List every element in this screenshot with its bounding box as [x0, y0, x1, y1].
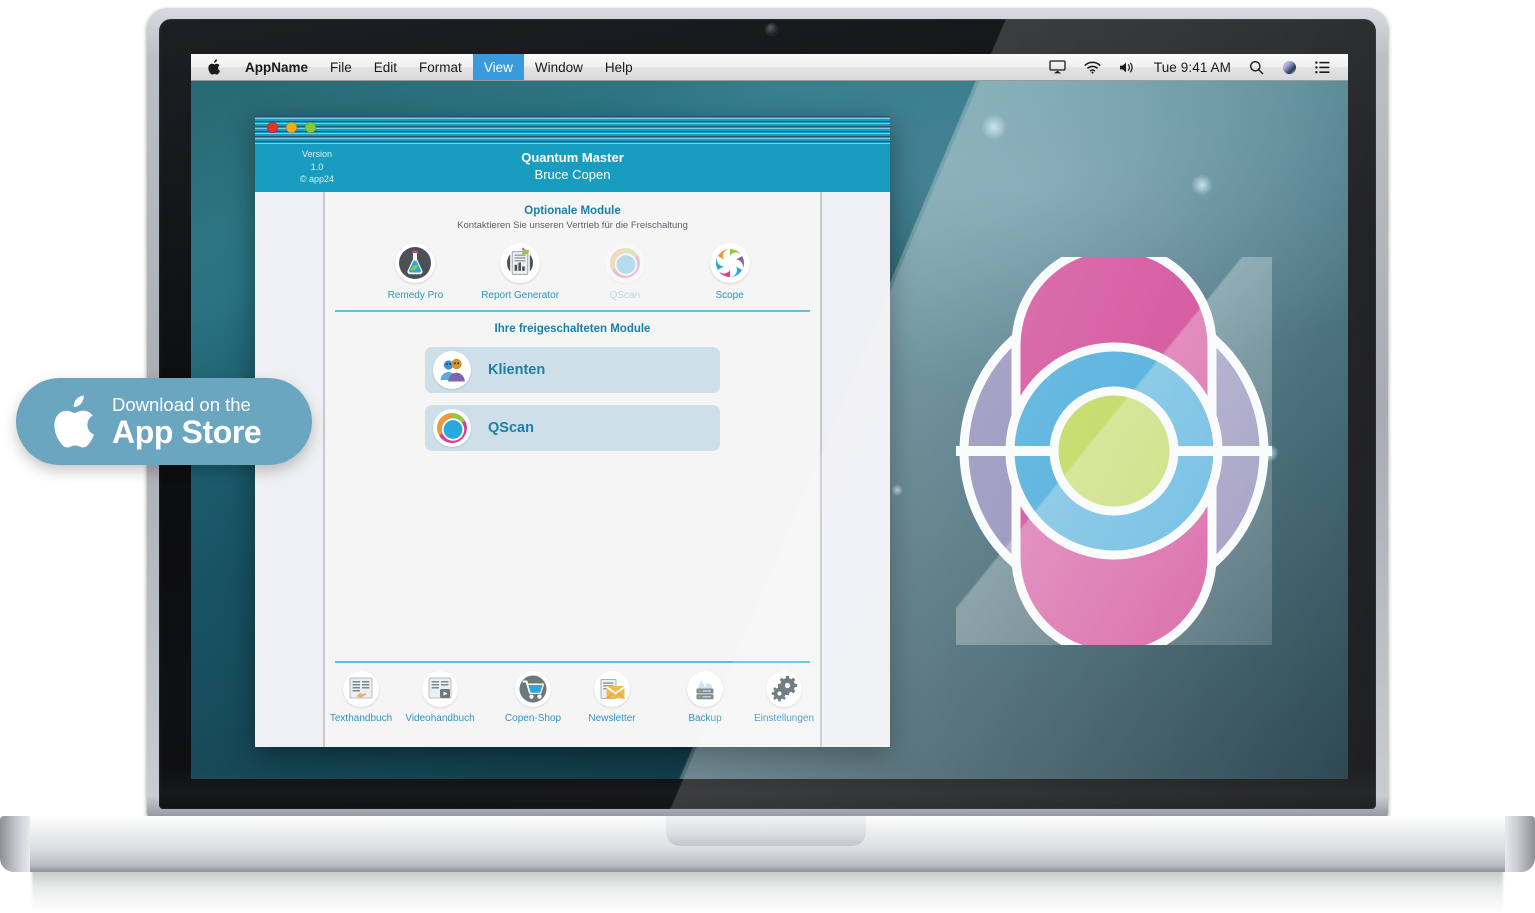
clients-icon — [433, 351, 471, 389]
tool-group-manuals: Texthandbuch Videohandbuch — [322, 671, 480, 724]
tool-label: Videohandbuch — [405, 713, 475, 724]
tool-copen-shop[interactable]: Copen-Shop — [494, 671, 573, 724]
module-label: QScan — [609, 290, 641, 301]
window-title: Quantum Master — [521, 150, 624, 165]
optional-modules-section: Optionale Module Kontaktieren Sie unsere… — [325, 192, 820, 301]
module-qscan-locked[interactable]: QScan — [579, 243, 671, 301]
menu-item-view[interactable]: View — [472, 54, 524, 80]
apple-logo-icon[interactable] — [191, 54, 234, 80]
laptop-base-right-cap — [1505, 816, 1535, 872]
menu-item-edit[interactable]: Edit — [363, 54, 408, 80]
tool-group-shop: Copen-Shop Newsletter — [494, 671, 652, 724]
content-pane: Optionale Module Kontaktieren Sie unsere… — [325, 192, 820, 747]
unlocked-modules-section: Ihre freigeschalteten Module Klienten QS… — [325, 312, 820, 451]
unlocked-modules-heading: Ihre freigeschalteten Module — [494, 323, 651, 335]
tool-backup[interactable]: Backup — [666, 671, 745, 724]
module-label: Report Generator — [481, 290, 560, 301]
tool-videohandbuch[interactable]: Videohandbuch — [401, 671, 480, 724]
traffic-lights — [267, 122, 316, 133]
module-remedy-pro[interactable]: Remedy Pro — [369, 243, 461, 301]
laptop-base-notch — [666, 816, 866, 846]
module-scope[interactable]: Scope — [684, 243, 776, 301]
module-label: Scope — [715, 290, 744, 301]
unlocked-item-label: QScan — [488, 420, 534, 436]
menu-item-help[interactable]: Help — [594, 54, 644, 80]
menu-item-appname[interactable]: AppName — [234, 54, 319, 80]
flask-icon — [395, 243, 436, 283]
tool-label: Copen-Shop — [504, 713, 562, 724]
text-manual-icon — [343, 671, 379, 707]
report-icon — [500, 243, 541, 283]
optional-modules-heading: Optionale Module — [524, 205, 621, 217]
window-title-block: Quantum Master Bruce Copen — [255, 149, 890, 183]
laptop-shadow — [32, 870, 1503, 912]
appstore-line2: App Store — [112, 413, 262, 450]
bottom-tools-divider — [335, 661, 810, 663]
tool-label: Newsletter — [588, 713, 636, 724]
cloud-backup-icon — [687, 671, 723, 707]
left-side-pane — [255, 192, 323, 747]
maximize-button[interactable] — [305, 122, 316, 133]
laptop-base-left-cap — [0, 816, 30, 872]
tool-texthandbuch[interactable]: Texthandbuch — [322, 671, 401, 724]
appstore-download-badge[interactable]: Download on the App Store — [16, 378, 312, 465]
unlocked-modules-list: Klienten QScan — [325, 335, 820, 451]
wifi-icon[interactable] — [1076, 54, 1109, 80]
appstore-badge-text: Download on the App Store — [112, 393, 262, 450]
apple-logo-icon — [50, 394, 96, 450]
airplay-icon[interactable] — [1041, 54, 1074, 80]
laptop-screen: AppName File Edit Format View Window Hel… — [191, 54, 1348, 779]
shopping-cart-icon — [515, 671, 551, 707]
module-report-generator[interactable]: Report Generator — [474, 243, 566, 301]
close-button[interactable] — [267, 122, 278, 133]
siri-icon[interactable] — [1274, 54, 1305, 80]
gears-icon — [766, 671, 802, 707]
window-titlebar[interactable]: Version 1.0 © app24 Quantum Master Bruce… — [255, 116, 890, 192]
tool-group-system: Backup Einstellungen — [666, 671, 824, 724]
unlocked-item-qscan[interactable]: QScan — [425, 405, 720, 451]
menu-clock[interactable]: Tue 9:41 AM — [1146, 54, 1239, 80]
video-manual-icon — [422, 671, 458, 707]
menu-item-window[interactable]: Window — [524, 54, 594, 80]
search-icon[interactable] — [1241, 54, 1272, 80]
tool-newsletter[interactable]: Newsletter — [573, 671, 652, 724]
qscan-icon — [604, 243, 645, 283]
unlocked-item-label: Klienten — [488, 362, 546, 378]
menu-item-format[interactable]: Format — [408, 54, 473, 80]
window-subtitle: Bruce Copen — [534, 167, 611, 182]
window-body: Optionale Module Kontaktieren Sie unsere… — [255, 192, 890, 747]
optional-modules-subheading: Kontaktieren Sie unseren Vertrieb für di… — [457, 220, 688, 231]
bottom-tools-row: Texthandbuch Videohandbuch Copen-Shop Ne… — [325, 667, 820, 741]
laptop-camera-icon — [766, 24, 777, 35]
tool-einstellungen[interactable]: Einstellungen — [745, 671, 824, 724]
appstore-line1: Download on the — [112, 393, 251, 415]
titlebar-stripes — [255, 116, 890, 144]
tool-label: Texthandbuch — [329, 713, 393, 724]
volume-icon[interactable] — [1111, 54, 1144, 80]
menu-item-file[interactable]: File — [319, 54, 363, 80]
app-window: Version 1.0 © app24 Quantum Master Bruce… — [255, 116, 890, 747]
tool-label: Backup — [688, 713, 722, 724]
qscan-icon — [433, 409, 471, 447]
minimize-button[interactable] — [286, 122, 297, 133]
notification-center-icon[interactable] — [1307, 54, 1338, 80]
tool-label: Einstellungen — [753, 713, 815, 724]
envelope-icon — [594, 671, 630, 707]
optional-modules-row: Remedy Pro Report Generator QScan Scope — [325, 231, 820, 301]
right-side-pane — [822, 192, 890, 747]
unlocked-item-klienten[interactable]: Klienten — [425, 347, 720, 393]
menu-bar: AppName File Edit Format View Window Hel… — [191, 54, 1348, 81]
pinwheel-icon — [709, 243, 750, 283]
module-label: Remedy Pro — [387, 290, 444, 301]
